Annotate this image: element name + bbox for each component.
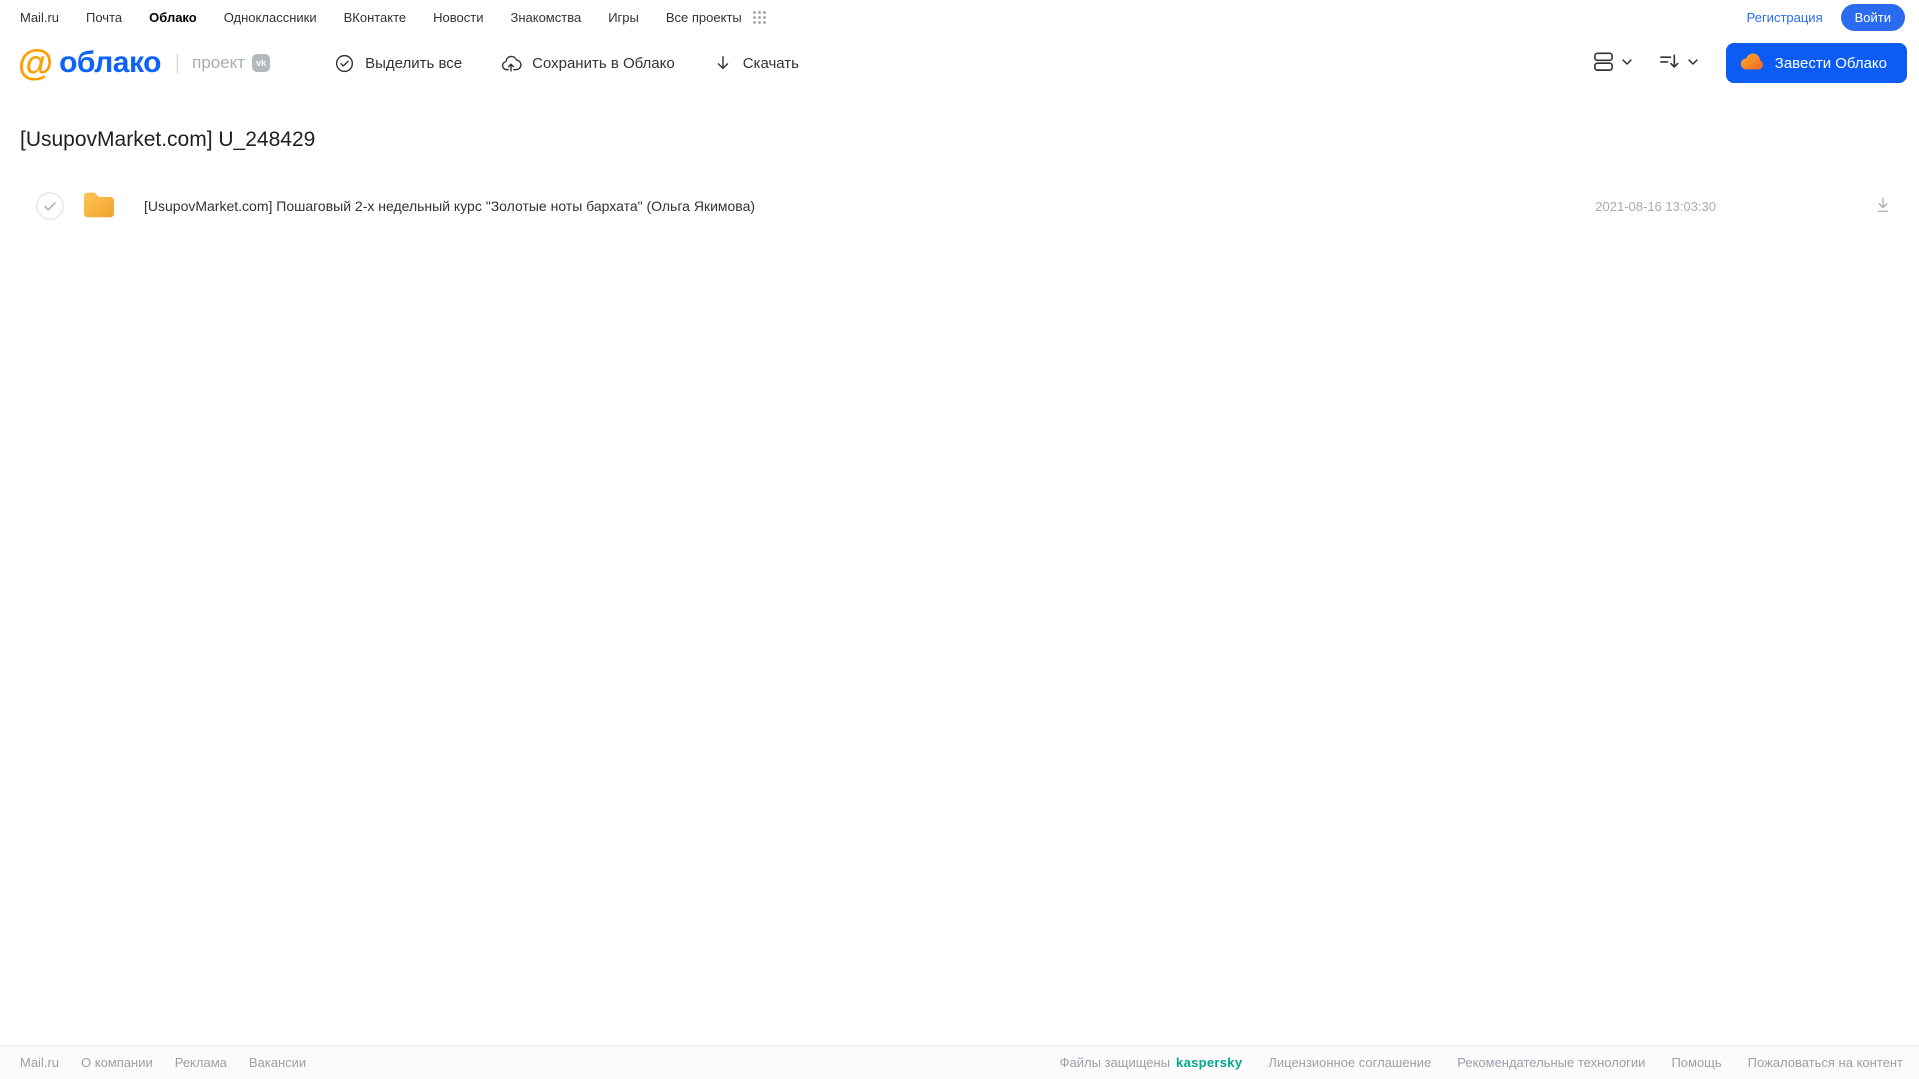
sort-descending-icon bbox=[1658, 50, 1681, 76]
logo-text: облако bbox=[59, 46, 161, 79]
footer-link-help[interactable]: Помощь bbox=[1671, 1055, 1721, 1070]
orange-cloud-icon bbox=[1740, 52, 1765, 75]
page-title: [UsupovMarket.com] U_248429 bbox=[20, 128, 316, 151]
header: @ облако | проект vk Выделить все Сохран… bbox=[0, 34, 1919, 92]
select-all-label: Выделить все bbox=[365, 54, 463, 72]
footer-link-jobs[interactable]: Вакансии bbox=[249, 1055, 306, 1070]
portal-nav: Mail.ru Почта Облако Одноклассники ВКонт… bbox=[0, 0, 1919, 34]
main-content: [UsupovMarket.com] U_248429 [UsupovMarke… bbox=[0, 128, 1919, 230]
sort-button[interactable] bbox=[1654, 46, 1704, 80]
download-arrow-icon bbox=[713, 53, 733, 73]
portal-link-odnoklassniki[interactable]: Одноклассники bbox=[224, 10, 317, 25]
chevron-down-icon bbox=[1620, 55, 1634, 72]
portal-link-mail[interactable]: Почта bbox=[86, 10, 122, 25]
footer: Mail.ru О компании Реклама Вакансии Файл… bbox=[0, 1045, 1919, 1079]
portal-link-vkontakte[interactable]: ВКонтакте bbox=[344, 10, 407, 25]
kaspersky-protection: Файлы защищены kaspersky bbox=[1060, 1055, 1243, 1070]
footer-link-recommendation-tech[interactable]: Рекомендательные технологии bbox=[1457, 1055, 1645, 1070]
row-checkbox[interactable] bbox=[36, 192, 64, 220]
save-to-cloud-label: Сохранить в Облако bbox=[532, 54, 675, 72]
registration-link[interactable]: Регистрация bbox=[1747, 10, 1823, 25]
download-icon bbox=[1873, 195, 1893, 218]
row-download-button[interactable] bbox=[1871, 193, 1895, 220]
download-label: Скачать bbox=[742, 54, 799, 72]
footer-link-ads[interactable]: Реклама bbox=[175, 1055, 227, 1070]
footer-right-links: Файлы защищены kaspersky Лицензионное со… bbox=[1060, 1055, 1903, 1070]
check-circle-icon bbox=[334, 53, 355, 74]
folder-icon[interactable] bbox=[82, 189, 116, 223]
file-name-link[interactable]: [UsupovMarket.com] Пошаговый 2-х недельн… bbox=[144, 198, 1595, 214]
cloud-logo[interactable]: @ облако | проект vk bbox=[18, 42, 271, 83]
portal-link-games[interactable]: Игры bbox=[608, 10, 639, 25]
get-cloud-label: Завести Облако bbox=[1774, 54, 1887, 72]
footer-link-mailru[interactable]: Mail.ru bbox=[20, 1055, 59, 1070]
portal-link-news[interactable]: Новости bbox=[433, 10, 483, 25]
footer-link-about[interactable]: О компании bbox=[81, 1055, 153, 1070]
mailru-at-icon: @ bbox=[18, 42, 54, 83]
header-right-controls: Завести Облако bbox=[1588, 43, 1907, 83]
protected-label: Файлы защищены bbox=[1059, 1055, 1171, 1070]
chevron-down-icon bbox=[1686, 55, 1700, 72]
download-button[interactable]: Скачать bbox=[713, 53, 799, 73]
login-button[interactable]: Войти bbox=[1840, 3, 1905, 31]
portal-link-cloud[interactable]: Облако bbox=[149, 10, 197, 25]
logo-project-label: проект bbox=[192, 53, 246, 72]
file-row[interactable]: [UsupovMarket.com] Пошаговый 2-х недельн… bbox=[36, 182, 1895, 230]
get-cloud-button[interactable]: Завести Облако bbox=[1725, 43, 1907, 83]
portal-link-mailru[interactable]: Mail.ru bbox=[20, 10, 59, 25]
apps-grid-icon[interactable] bbox=[752, 10, 767, 25]
file-date: 2021-08-16 13:03:30 bbox=[1595, 198, 1716, 214]
save-to-cloud-button[interactable]: Сохранить в Облако bbox=[500, 53, 675, 74]
footer-link-report-content[interactable]: Пожаловаться на контент bbox=[1748, 1055, 1903, 1070]
kaspersky-logo[interactable]: kaspersky bbox=[1176, 1055, 1242, 1070]
footer-left-links: Mail.ru О компании Реклама Вакансии bbox=[20, 1055, 306, 1070]
logo-divider: | bbox=[174, 51, 181, 74]
cloud-upload-icon bbox=[500, 53, 522, 74]
view-mode-button[interactable] bbox=[1588, 46, 1638, 80]
list-view-icon bbox=[1592, 50, 1615, 76]
portal-link-all-projects[interactable]: Все проекты bbox=[666, 10, 742, 25]
portal-link-dating[interactable]: Знакомства bbox=[510, 10, 581, 25]
vk-icon: vk bbox=[252, 54, 271, 72]
select-all-button[interactable]: Выделить все bbox=[334, 53, 462, 74]
toolbar: Выделить все Сохранить в Облако Скачать bbox=[334, 53, 799, 74]
footer-link-license[interactable]: Лицензионное соглашение bbox=[1268, 1055, 1431, 1070]
